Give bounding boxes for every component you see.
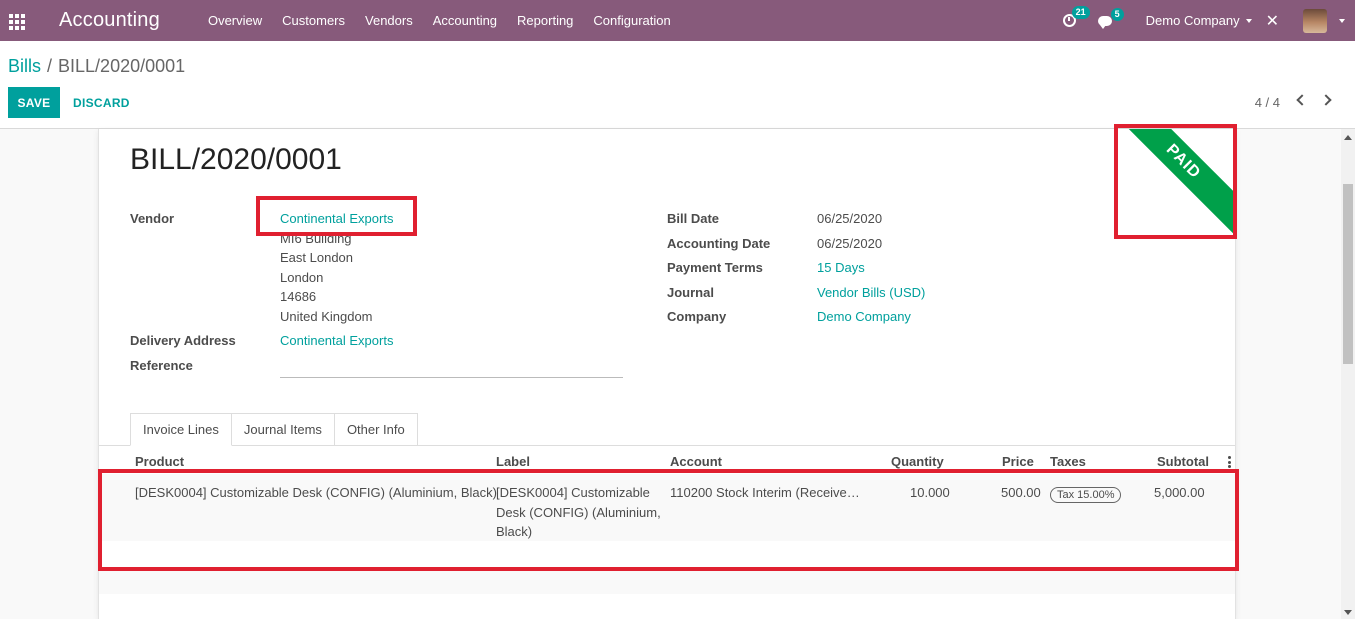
- status-ribbon: PAID: [1117, 129, 1235, 239]
- paid-ribbon: PAID: [1117, 129, 1235, 239]
- breadcrumb: Bills / BILL/2020/0001: [8, 56, 185, 77]
- journal-field[interactable]: Vendor Bills (USD): [817, 285, 925, 300]
- user-menu-caret-icon[interactable]: [1339, 18, 1345, 23]
- vertical-scrollbar[interactable]: [1341, 129, 1355, 619]
- row-label-line: Black): [496, 524, 533, 539]
- app-brand[interactable]: Accounting: [59, 9, 160, 32]
- menu-vendors[interactable]: Vendors: [365, 13, 413, 28]
- vendor-address-line: MI6 Building: [280, 231, 352, 246]
- column-product[interactable]: Product: [135, 454, 184, 469]
- column-label[interactable]: Label: [496, 454, 530, 469]
- row-account: 110200 Stock Interim (Receive…: [670, 485, 860, 500]
- breadcrumb-separator: /: [47, 56, 53, 76]
- delivery-address-label: Delivery Address: [130, 333, 236, 348]
- breadcrumb-current: BILL/2020/0001: [58, 56, 186, 76]
- discard-button[interactable]: DISCARD: [73, 96, 130, 110]
- column-price[interactable]: Price: [1002, 454, 1034, 469]
- reference-input[interactable]: [280, 377, 623, 378]
- activities-button[interactable]: 21: [1062, 6, 1090, 27]
- menu-overview[interactable]: Overview: [208, 13, 262, 28]
- save-button[interactable]: SAVE: [8, 87, 60, 118]
- scroll-thumb[interactable]: [1343, 184, 1353, 364]
- tab-journal-items[interactable]: Journal Items: [231, 413, 335, 446]
- vendor-address-line: East London: [280, 250, 354, 265]
- accounting-date-field[interactable]: 06/25/2020: [817, 236, 882, 251]
- menu-configuration[interactable]: Configuration: [593, 13, 670, 28]
- breadcrumb-bills[interactable]: Bills: [8, 56, 41, 76]
- column-quantity[interactable]: Quantity: [891, 454, 944, 469]
- chevron-left-icon: [1296, 94, 1308, 106]
- row-label-line: Desk (CONFIG) (Aluminium,: [496, 504, 661, 520]
- user-avatar[interactable]: [1303, 8, 1327, 33]
- top-navbar: Accounting Overview Customers Vendors Ac…: [0, 0, 1355, 41]
- form-sheet: BILL/2020/0001 PAID Vendor Continental E…: [98, 129, 1236, 619]
- vendor-label: Vendor: [130, 211, 175, 226]
- column-taxes[interactable]: Taxes: [1050, 454, 1086, 469]
- messages-badge: 5: [1110, 7, 1124, 21]
- pager-previous-button[interactable]: [1295, 93, 1308, 107]
- column-subtotal[interactable]: Subtotal: [1157, 454, 1209, 469]
- menu-reporting[interactable]: Reporting: [517, 13, 573, 28]
- vendor-address-line: 14686: [280, 289, 317, 304]
- delivery-address-field[interactable]: Continental Exports: [280, 333, 393, 348]
- optional-columns-kebab-icon[interactable]: [1228, 456, 1231, 468]
- bill-title: BILL/2020/0001: [130, 143, 342, 176]
- row-subtotal: 5,000.00: [1154, 485, 1205, 500]
- accounting-date-label: Accounting Date: [667, 236, 771, 251]
- main-menu: Overview Customers Vendors Accounting Re…: [208, 13, 691, 28]
- caret-down-icon: [1245, 18, 1252, 23]
- row-quantity: 10.000: [910, 485, 950, 500]
- tab-invoice-lines[interactable]: Invoice Lines: [130, 413, 232, 446]
- table-row[interactable]: [DESK0004] Customizable Desk (CONFIG) (A…: [99, 474, 1235, 542]
- pager-next-button[interactable]: [1320, 93, 1334, 107]
- menu-customers[interactable]: Customers: [282, 13, 345, 28]
- notebook-tabs: Invoice Lines Journal Items Other Info: [130, 413, 418, 446]
- vendor-address-line: London: [280, 270, 324, 285]
- row-taxes: Tax 15.00%: [1050, 484, 1122, 504]
- invoice-lines-header: Product Label Account Quantity Price Tax…: [99, 446, 1235, 474]
- payment-terms-label: Payment Terms: [667, 260, 763, 275]
- control-panel: Bills / BILL/2020/0001 SAVE DISCARD 4 / 4: [0, 41, 1355, 129]
- bill-date-field[interactable]: 06/25/2020: [817, 211, 882, 226]
- column-account[interactable]: Account: [670, 454, 722, 469]
- tab-other-info[interactable]: Other Info: [334, 413, 418, 446]
- row-product: [DESK0004] Customizable Desk (CONFIG) (A…: [135, 485, 497, 500]
- activities-badge: 21: [1071, 6, 1090, 19]
- journal-label: Journal: [667, 285, 714, 300]
- company-name: Demo Company: [1145, 13, 1240, 28]
- chevron-right-icon: [1320, 94, 1332, 106]
- company-field[interactable]: Demo Company: [817, 309, 911, 324]
- pager-value[interactable]: 4 / 4: [1255, 95, 1280, 110]
- navbar-systray: 21 5 Demo Company ✕: [1062, 0, 1355, 41]
- row-label-line: [DESK0004] Customizable: [496, 485, 650, 500]
- menu-accounting[interactable]: Accounting: [433, 13, 497, 28]
- debug-tools-icon[interactable]: ✕: [1266, 11, 1279, 31]
- chat-icon: [1097, 15, 1112, 29]
- company-switcher[interactable]: Demo Company: [1146, 13, 1252, 28]
- vendor-address-line: United Kingdom: [280, 309, 373, 324]
- bill-date-label: Bill Date: [667, 211, 720, 226]
- scroll-down-icon[interactable]: [1344, 610, 1352, 615]
- vendor-field[interactable]: Continental Exports: [280, 211, 393, 226]
- apps-grid-icon[interactable]: [9, 13, 27, 30]
- row-price: 500.00: [1001, 485, 1041, 500]
- payment-terms-field[interactable]: 15 Days: [817, 260, 865, 275]
- tax-tag: Tax 15.00%: [1050, 487, 1122, 503]
- scroll-up-icon[interactable]: [1344, 135, 1352, 140]
- company-label: Company: [667, 309, 727, 324]
- sheet-footer: [99, 569, 1235, 594]
- row-label: [DESK0004] Customizable Desk (CONFIG) (A…: [496, 483, 666, 542]
- messages-button[interactable]: 5: [1097, 7, 1124, 29]
- reference-label: Reference: [130, 358, 193, 373]
